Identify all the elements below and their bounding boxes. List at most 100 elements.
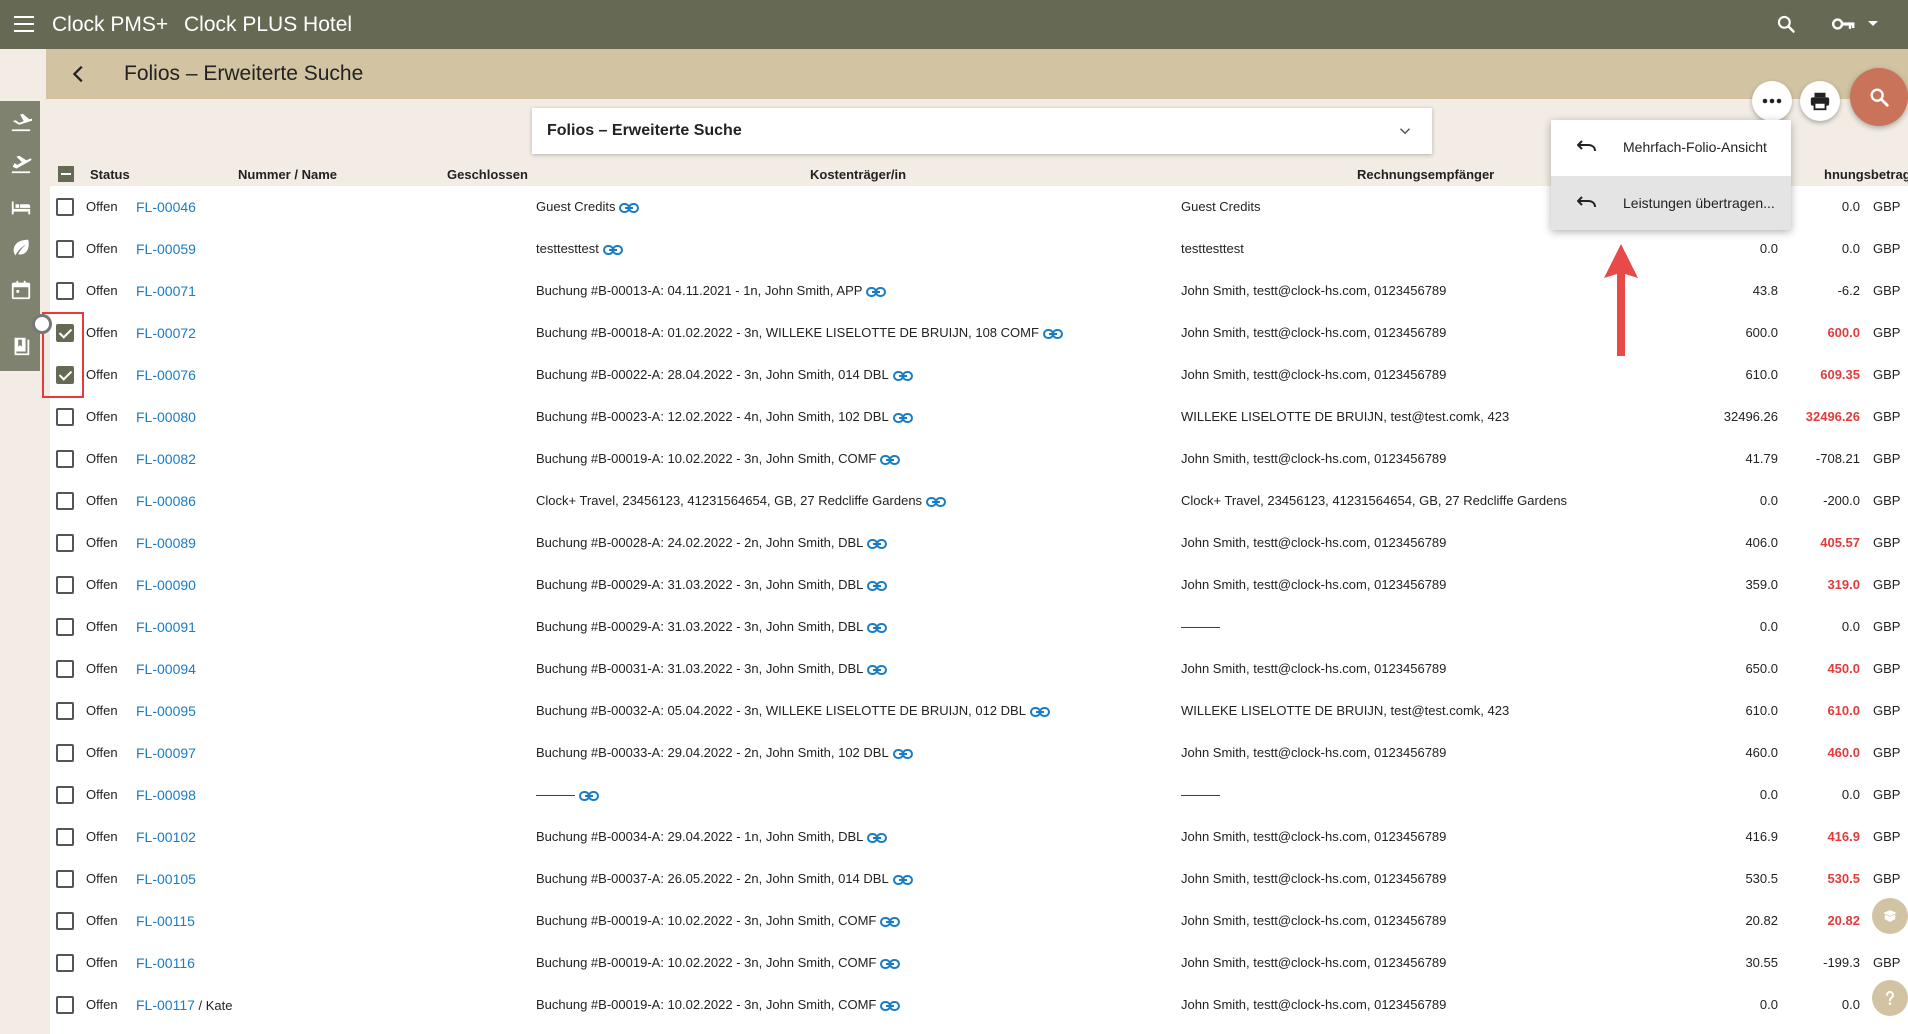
folio-number-link[interactable]: FL-00072	[136, 325, 196, 341]
link-icon[interactable]	[880, 916, 901, 928]
table-row[interactable]: Offen FL-00089 Buchung #B-00028-A: 24.02.2…	[50, 522, 1908, 564]
link-icon[interactable]	[880, 1000, 901, 1012]
table-row[interactable]: Offen FL-00080 Buchung #B-00023-A: 12.02.2…	[50, 396, 1908, 438]
link-icon[interactable]	[1042, 328, 1063, 340]
folio-number[interactable]: FL-00076	[136, 367, 196, 383]
row-checkbox[interactable]	[56, 240, 74, 258]
folio-number[interactable]: FL-00116	[136, 955, 195, 971]
row-checkbox[interactable]	[56, 828, 74, 846]
folio-number-link[interactable]: FL-00105	[136, 871, 196, 887]
bed-icon[interactable]	[10, 196, 32, 218]
link-icon[interactable]	[926, 496, 947, 508]
link-icon[interactable]	[579, 790, 599, 802]
folio-number[interactable]: FL-00089	[136, 535, 196, 551]
folio-number[interactable]: FL-00072	[136, 325, 196, 341]
link-icon[interactable]	[892, 748, 913, 760]
link-icon[interactable]	[867, 538, 888, 550]
link-icon[interactable]	[892, 412, 913, 424]
folio-number[interactable]: FL-00080	[136, 409, 196, 425]
folio-number[interactable]: FL-00059	[136, 241, 196, 257]
folio-number-link[interactable]: FL-00116	[136, 955, 195, 971]
column-amount[interactable]: hnungsbetrag	[1824, 167, 1908, 182]
table-row[interactable]: Offen FL-00115 Buchung #B-00019-A: 10.02.2…	[50, 900, 1908, 942]
menu-item-transfer-charges[interactable]: Leistungen übertragen...	[1551, 176, 1791, 230]
row-checkbox[interactable]	[56, 912, 74, 930]
folio-number-link[interactable]: FL-00117 / Kate	[136, 997, 232, 1013]
table-row[interactable]: Offen FL-00097 Buchung #B-00033-A: 29.04.2…	[50, 732, 1908, 774]
folio-number-link[interactable]: FL-00076	[136, 367, 196, 383]
tutorial-button[interactable]	[1872, 898, 1908, 934]
search-type-select[interactable]: Folios – Erweiterte Suche	[532, 108, 1432, 154]
row-checkbox[interactable]	[56, 702, 74, 720]
row-checkbox[interactable]	[56, 534, 74, 552]
print-button[interactable]	[1800, 81, 1840, 121]
link-icon[interactable]	[880, 958, 901, 970]
row-checkbox[interactable]	[56, 870, 74, 888]
column-payer[interactable]: Kostenträger/in	[810, 167, 906, 182]
link-icon[interactable]	[619, 202, 640, 214]
book-icon[interactable]	[10, 335, 32, 357]
arrival-icon[interactable]	[10, 111, 35, 133]
more-options-button[interactable]	[1752, 81, 1792, 121]
menu-item-multi-folio-view[interactable]: Mehrfach-Folio-Ansicht	[1551, 120, 1791, 174]
link-icon[interactable]	[867, 580, 888, 592]
link-icon[interactable]	[866, 286, 887, 298]
folio-number[interactable]: FL-00071	[136, 283, 196, 299]
column-number[interactable]: Nummer / Name	[238, 167, 337, 182]
folio-number[interactable]: FL-00046	[136, 199, 196, 215]
leaf-icon[interactable]	[10, 237, 32, 259]
link-icon[interactable]	[867, 832, 888, 844]
folio-number-link[interactable]: FL-00097	[136, 745, 196, 761]
help-button[interactable]	[1872, 980, 1908, 1016]
folio-number-link[interactable]: FL-00089	[136, 535, 196, 551]
row-checkbox[interactable]	[56, 786, 74, 804]
row-checkbox[interactable]	[56, 282, 74, 300]
row-checkbox[interactable]	[56, 576, 74, 594]
folio-number-link[interactable]: FL-00090	[136, 577, 196, 593]
link-icon[interactable]	[1029, 706, 1050, 718]
table-row[interactable]: Offen FL-00102 Buchung #B-00034-A: 29.04.2…	[50, 816, 1908, 858]
table-row[interactable]: Offen FL-00105 Buchung #B-00037-A: 26.05.2…	[50, 858, 1908, 900]
folio-number[interactable]: FL-00094	[136, 661, 196, 677]
search-fab[interactable]	[1850, 68, 1908, 126]
link-icon[interactable]	[892, 874, 913, 886]
folio-number[interactable]: FL-00095	[136, 703, 196, 719]
row-checkbox[interactable]	[56, 996, 74, 1014]
search-icon[interactable]	[1776, 14, 1796, 34]
folio-number[interactable]: FL-00098	[136, 787, 196, 803]
folio-number-link[interactable]: FL-00086	[136, 493, 196, 509]
menu-icon[interactable]	[14, 16, 34, 32]
link-icon[interactable]	[867, 664, 888, 676]
link-icon[interactable]	[602, 244, 623, 256]
folio-number-link[interactable]: FL-00059	[136, 241, 196, 257]
row-checkbox[interactable]	[56, 618, 74, 636]
folio-number-link[interactable]: FL-00095	[136, 703, 196, 719]
row-checkbox[interactable]	[56, 492, 74, 510]
row-checkbox[interactable]	[56, 198, 74, 216]
drag-handle[interactable]	[32, 314, 52, 334]
column-status[interactable]: Status	[90, 167, 130, 182]
folio-number[interactable]: FL-00097	[136, 745, 196, 761]
folio-number[interactable]: FL-00102	[136, 829, 196, 845]
folio-number[interactable]: FL-00115	[136, 913, 195, 929]
row-checkbox[interactable]	[56, 660, 74, 678]
back-arrow-icon[interactable]	[68, 63, 90, 85]
table-row[interactable]: Offen FL-00091 Buchung #B-00029-A: 31.03.2…	[50, 606, 1908, 648]
table-row[interactable]: Offen FL-00076 Buchung #B-00022-A: 28.04.2…	[50, 354, 1908, 396]
row-checkbox[interactable]	[56, 744, 74, 762]
folio-number-link[interactable]: FL-00071	[136, 283, 196, 299]
select-all-checkbox[interactable]	[58, 166, 74, 182]
account-dropdown-caret[interactable]	[1868, 21, 1878, 26]
folio-number-link[interactable]: FL-00080	[136, 409, 196, 425]
table-row[interactable]: Offen FL-00086 Clock+ Travel, 23456123, 41…	[50, 480, 1908, 522]
folio-number[interactable]: FL-00090	[136, 577, 196, 593]
folio-number[interactable]: FL-00105	[136, 871, 196, 887]
folio-number-link[interactable]: FL-00046	[136, 199, 196, 215]
folio-number-link[interactable]: FL-00082	[136, 451, 196, 467]
table-row[interactable]: Offen FL-00098 ——— ——— 0.0 0.0 GBP	[50, 774, 1908, 816]
row-checkbox[interactable]	[56, 408, 74, 426]
folio-number-link[interactable]: FL-00102	[136, 829, 196, 845]
row-checkbox[interactable]	[56, 954, 74, 972]
folio-number[interactable]: FL-00082	[136, 451, 196, 467]
calendar-icon[interactable]	[10, 279, 32, 301]
